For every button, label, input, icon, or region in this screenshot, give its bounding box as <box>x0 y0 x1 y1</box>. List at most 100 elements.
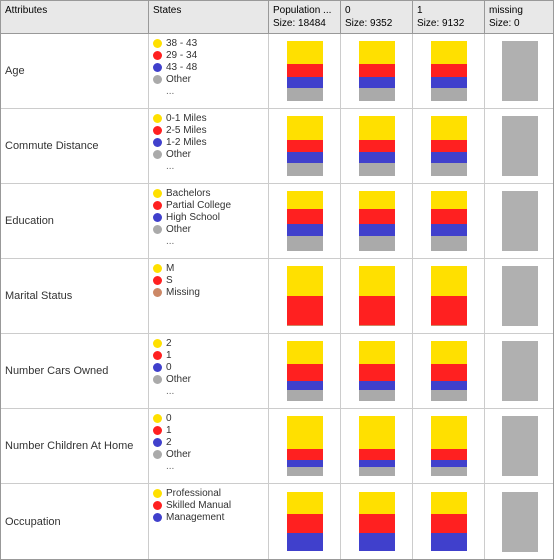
chart-bar <box>287 41 323 101</box>
chart-cell <box>341 484 413 559</box>
attribute-cell: Commute Distance <box>1 109 149 183</box>
bar-segment <box>287 341 323 364</box>
chart-bar <box>287 191 323 251</box>
chart-bar <box>287 266 323 326</box>
state-label: 2-5 Miles <box>166 125 207 136</box>
state-label: S <box>166 275 173 286</box>
state-dot <box>153 450 162 459</box>
bar-segment <box>287 266 323 296</box>
ellipsis: ... <box>166 86 174 97</box>
state-item: 1 <box>153 425 172 436</box>
chart-bar <box>287 416 323 476</box>
header-missing: missing Size: 0 <box>485 1 554 33</box>
chart-bar <box>359 41 395 101</box>
state-dot <box>153 51 162 60</box>
state-label: Missing <box>166 287 200 298</box>
bar-segment <box>287 191 323 209</box>
state-label: Professional <box>166 488 221 499</box>
attribute-cell: Age <box>1 34 149 108</box>
state-item: Skilled Manual <box>153 500 231 511</box>
attribute-cell: Occupation <box>1 484 149 559</box>
chart-cell <box>269 184 341 258</box>
bar-segment <box>359 381 395 390</box>
chart-bar <box>431 116 467 176</box>
state-dot <box>153 114 162 123</box>
bar-segment <box>431 224 467 236</box>
state-dot <box>153 426 162 435</box>
table-row: OccupationProfessionalSkilled ManualMana… <box>1 484 553 559</box>
states-cell: MSMissing <box>149 259 269 333</box>
state-label: Skilled Manual <box>166 500 231 511</box>
chart-bar <box>431 492 467 552</box>
bar-segment <box>431 364 467 381</box>
table-row: Commute Distance0-1 Miles2-5 Miles1-2 Mi… <box>1 109 553 184</box>
chart-bar <box>431 41 467 101</box>
state-item: 1-2 Miles <box>153 137 207 148</box>
header-attributes: Attributes <box>1 1 149 33</box>
missing-cell <box>485 484 554 559</box>
states-cell: ProfessionalSkilled ManualManagement <box>149 484 269 559</box>
ellipsis: ... <box>166 236 174 247</box>
bar-segment <box>359 514 395 533</box>
bar-segment <box>359 460 395 467</box>
bar-segment <box>431 77 467 88</box>
table-body: Age38 - 4329 - 3443 - 48Other...Commute … <box>1 34 553 559</box>
state-dot <box>153 264 162 273</box>
state-item: Missing <box>153 287 200 298</box>
bar-segment <box>431 416 467 449</box>
state-label: 29 - 34 <box>166 50 197 61</box>
chart-bar <box>431 416 467 476</box>
bar-segment <box>359 163 395 176</box>
state-label: Other <box>166 449 191 460</box>
bar-segment <box>359 266 395 296</box>
state-label: Other <box>166 74 191 85</box>
chart-cell <box>341 34 413 108</box>
bar-segment <box>359 449 395 460</box>
bar-segment <box>359 209 395 224</box>
state-label: Other <box>166 224 191 235</box>
gray-box <box>502 41 538 101</box>
bar-segment <box>431 140 467 152</box>
bar-segment <box>287 77 323 88</box>
chart-cell <box>413 259 485 333</box>
state-item: 2-5 Miles <box>153 125 207 136</box>
bar-segment <box>287 152 323 163</box>
bar-segment <box>287 390 323 401</box>
state-label: Other <box>166 149 191 160</box>
state-dot <box>153 414 162 423</box>
state-item: 0 <box>153 413 172 424</box>
state-dot <box>153 189 162 198</box>
state-dot <box>153 63 162 72</box>
state-label: 0 <box>166 362 172 373</box>
state-label: 2 <box>166 338 172 349</box>
table-header: Attributes States Population ... Size: 1… <box>1 1 553 34</box>
bar-segment <box>287 116 323 140</box>
attribute-cell: Number Children At Home <box>1 409 149 483</box>
state-label: 38 - 43 <box>166 38 197 49</box>
table-row: Number Children At Home012Other... <box>1 409 553 484</box>
chart-cell <box>341 109 413 183</box>
state-item: Other <box>153 224 191 235</box>
state-dot <box>153 213 162 222</box>
state-item: 38 - 43 <box>153 38 197 49</box>
state-label: 2 <box>166 437 172 448</box>
state-label: Management <box>166 512 224 523</box>
chart-bar <box>359 266 395 326</box>
state-dot <box>153 375 162 384</box>
bar-segment <box>431 152 467 163</box>
bar-segment <box>359 77 395 88</box>
bar-segment <box>431 325 467 326</box>
chart-cell <box>341 409 413 483</box>
state-label: 0 <box>166 413 172 424</box>
bar-segment <box>359 325 395 326</box>
chart-cell <box>413 409 485 483</box>
state-label: Bachelors <box>166 188 210 199</box>
bar-segment <box>359 236 395 251</box>
state-item: Management <box>153 512 224 523</box>
state-item: M <box>153 263 174 274</box>
bar-segment <box>431 492 467 515</box>
state-dot <box>153 501 162 510</box>
header-population: Population ... Size: 18484 <box>269 1 341 33</box>
bar-segment <box>431 64 467 77</box>
state-dot <box>153 288 162 297</box>
